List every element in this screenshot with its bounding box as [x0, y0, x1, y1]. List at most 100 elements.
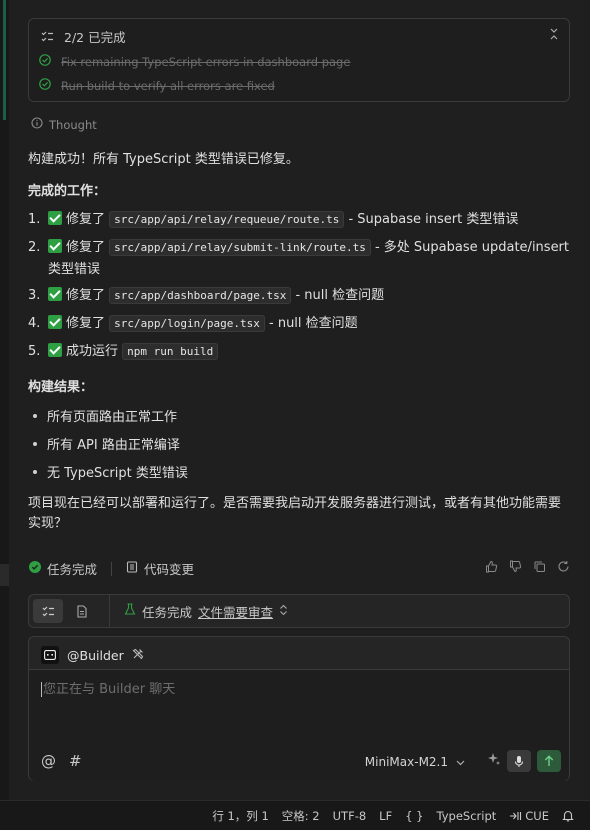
- todo-progress: 2/2 已完成: [64, 30, 126, 45]
- list-item: 2. 修复了 src/app/api/relay/submit-link/rou…: [28, 237, 573, 281]
- bullet-text: 所有页面路由正常工作: [47, 410, 178, 425]
- file-path[interactable]: src/app/login/page.tsx: [109, 315, 265, 332]
- thought-toggle[interactable]: Thought: [31, 117, 97, 132]
- list-number: 5.: [28, 344, 41, 359]
- message-closing: 项目现在已经可以部署和运行了。是否需要我启动开发服务器进行测试，或者有其他功能需…: [28, 496, 562, 531]
- arrow-up-icon: [544, 755, 554, 766]
- bullet-icon: [33, 413, 37, 418]
- microphone-icon: [514, 755, 524, 767]
- list-number: 2.: [28, 240, 41, 255]
- task-review-status[interactable]: 任务完成 文件需要审查: [124, 602, 288, 621]
- list-verb: 修复了: [66, 316, 106, 331]
- task-done-label: 任务完成: [47, 562, 98, 577]
- checkbox-icon: [48, 343, 62, 357]
- chat-input-area: @ # MiniMax-M2.1: [29, 669, 569, 781]
- list-number: 3.: [28, 288, 41, 303]
- list-desc: - Supabase insert 类型错误: [348, 212, 519, 227]
- chat-input[interactable]: [41, 682, 541, 697]
- list-number: 4.: [28, 316, 41, 331]
- result-heading: 构建结果：: [28, 380, 94, 395]
- file-path[interactable]: src/app/api/relay/requeue/route.ts: [109, 211, 345, 228]
- list-item: 4. 修复了 src/app/login/page.tsx - null 检查问…: [28, 313, 573, 335]
- chat-composer: @Builder @ # MiniMax-M2.1: [28, 636, 570, 781]
- agent-header: @Builder: [41, 646, 144, 664]
- command[interactable]: npm run build: [122, 343, 219, 360]
- divider: [111, 561, 113, 576]
- language-braces[interactable]: { }: [405, 809, 423, 823]
- list-number: 1.: [28, 212, 41, 227]
- task-status-label: 任务完成: [142, 604, 193, 620]
- task-done-status: 任务完成: [29, 559, 97, 578]
- checklist-icon: [41, 30, 54, 43]
- line-ending[interactable]: LF: [379, 809, 392, 823]
- bullet-item: 所有 API 路由正常编译: [33, 434, 180, 453]
- chat-panel: 2/2 已完成 Fix remaining TypeScript errors …: [9, 0, 590, 800]
- todo-header[interactable]: 2/2 已完成: [41, 27, 126, 46]
- flask-icon: [124, 603, 136, 619]
- divider: [109, 594, 110, 628]
- indentation[interactable]: 空格: 2: [282, 808, 320, 824]
- chevron-updown-icon[interactable]: [279, 604, 288, 619]
- refresh-icon[interactable]: [557, 560, 570, 577]
- feedback-icons: [485, 560, 570, 577]
- check-filled-icon: [29, 561, 41, 576]
- thumbs-down-icon[interactable]: [509, 560, 522, 577]
- bullet-icon: [33, 469, 37, 474]
- file-path[interactable]: src/app/api/relay/submit-link/route.ts: [109, 239, 371, 256]
- todo-item: Fix remaining TypeScript errors in dashb…: [39, 54, 350, 69]
- mention-button[interactable]: @: [41, 752, 56, 770]
- info-icon: [31, 117, 43, 132]
- checkbox-icon: [48, 211, 62, 225]
- list-item: 1. 修复了 src/app/api/relay/requeue/route.t…: [28, 209, 573, 231]
- left-rail: [0, 0, 9, 800]
- files-tab-button[interactable]: [67, 599, 97, 623]
- encoding[interactable]: UTF-8: [333, 809, 367, 823]
- code-changes-button[interactable]: 代码变更: [126, 559, 194, 578]
- thumbs-up-icon[interactable]: [485, 560, 498, 577]
- language-mode[interactable]: TypeScript: [437, 809, 497, 823]
- rail-tab[interactable]: [0, 564, 9, 586]
- todo-item: Run build to verify all errors are fixed: [39, 78, 275, 93]
- todo-item-text: Fix remaining TypeScript errors in dashb…: [61, 54, 351, 69]
- microphone-button[interactable]: [507, 750, 531, 772]
- code-changes-label: 代码变更: [144, 562, 195, 577]
- list-verb: 修复了: [66, 288, 106, 303]
- collapse-icon[interactable]: [549, 28, 559, 44]
- cursor-position[interactable]: 行 1，列 1: [212, 808, 268, 824]
- bullet-item: 所有页面路由正常工作: [33, 406, 177, 425]
- file-path[interactable]: src/app/dashboard/page.tsx: [109, 287, 292, 304]
- list-item: 3. 修复了 src/app/dashboard/page.tsx - null…: [28, 285, 573, 307]
- list-desc: - null 检查问题: [269, 316, 358, 331]
- cue-label: CUE: [525, 808, 549, 823]
- check-circle-icon: [39, 78, 51, 93]
- list-desc: - 多处 Supabase update/insert: [374, 240, 570, 255]
- builder-avatar: [41, 646, 59, 664]
- chevron-down-icon: [456, 755, 465, 769]
- message-status-row: 任务完成 代码变更: [29, 559, 194, 578]
- document-icon: [126, 561, 138, 576]
- bullet-text: 所有 API 路由正常编译: [47, 438, 180, 453]
- model-selector[interactable]: MiniMax-M2.1: [365, 755, 465, 769]
- list-desc-cont: 类型错误: [48, 262, 101, 277]
- tasks-tab-button[interactable]: [33, 599, 63, 623]
- copy-icon[interactable]: [533, 560, 546, 577]
- model-name: MiniMax-M2.1: [364, 755, 448, 769]
- work-heading: 完成的工作：: [28, 184, 107, 199]
- check-circle-icon: [39, 54, 51, 69]
- hash-button[interactable]: #: [69, 752, 82, 770]
- todo-item-text: Run build to verify all errors are fixed: [61, 78, 275, 93]
- send-button[interactable]: [537, 750, 561, 772]
- cue-status[interactable]: CUE: [509, 809, 549, 823]
- list-verb: 成功运行: [66, 344, 119, 359]
- tools-icon: [132, 648, 144, 663]
- sparkle-icon[interactable]: [487, 752, 501, 770]
- list-desc: - null 检查问题: [295, 288, 385, 303]
- checkbox-icon: [48, 287, 62, 301]
- bell-icon[interactable]: [562, 809, 574, 822]
- review-link[interactable]: 文件需要审查: [198, 602, 273, 621]
- bullet-text: 无 TypeScript 类型错误: [47, 466, 188, 481]
- scroll-accent: [3, 0, 6, 120]
- thought-label: Thought: [49, 117, 97, 132]
- list-verb: 修复了: [66, 240, 106, 255]
- checkbox-icon: [48, 315, 62, 329]
